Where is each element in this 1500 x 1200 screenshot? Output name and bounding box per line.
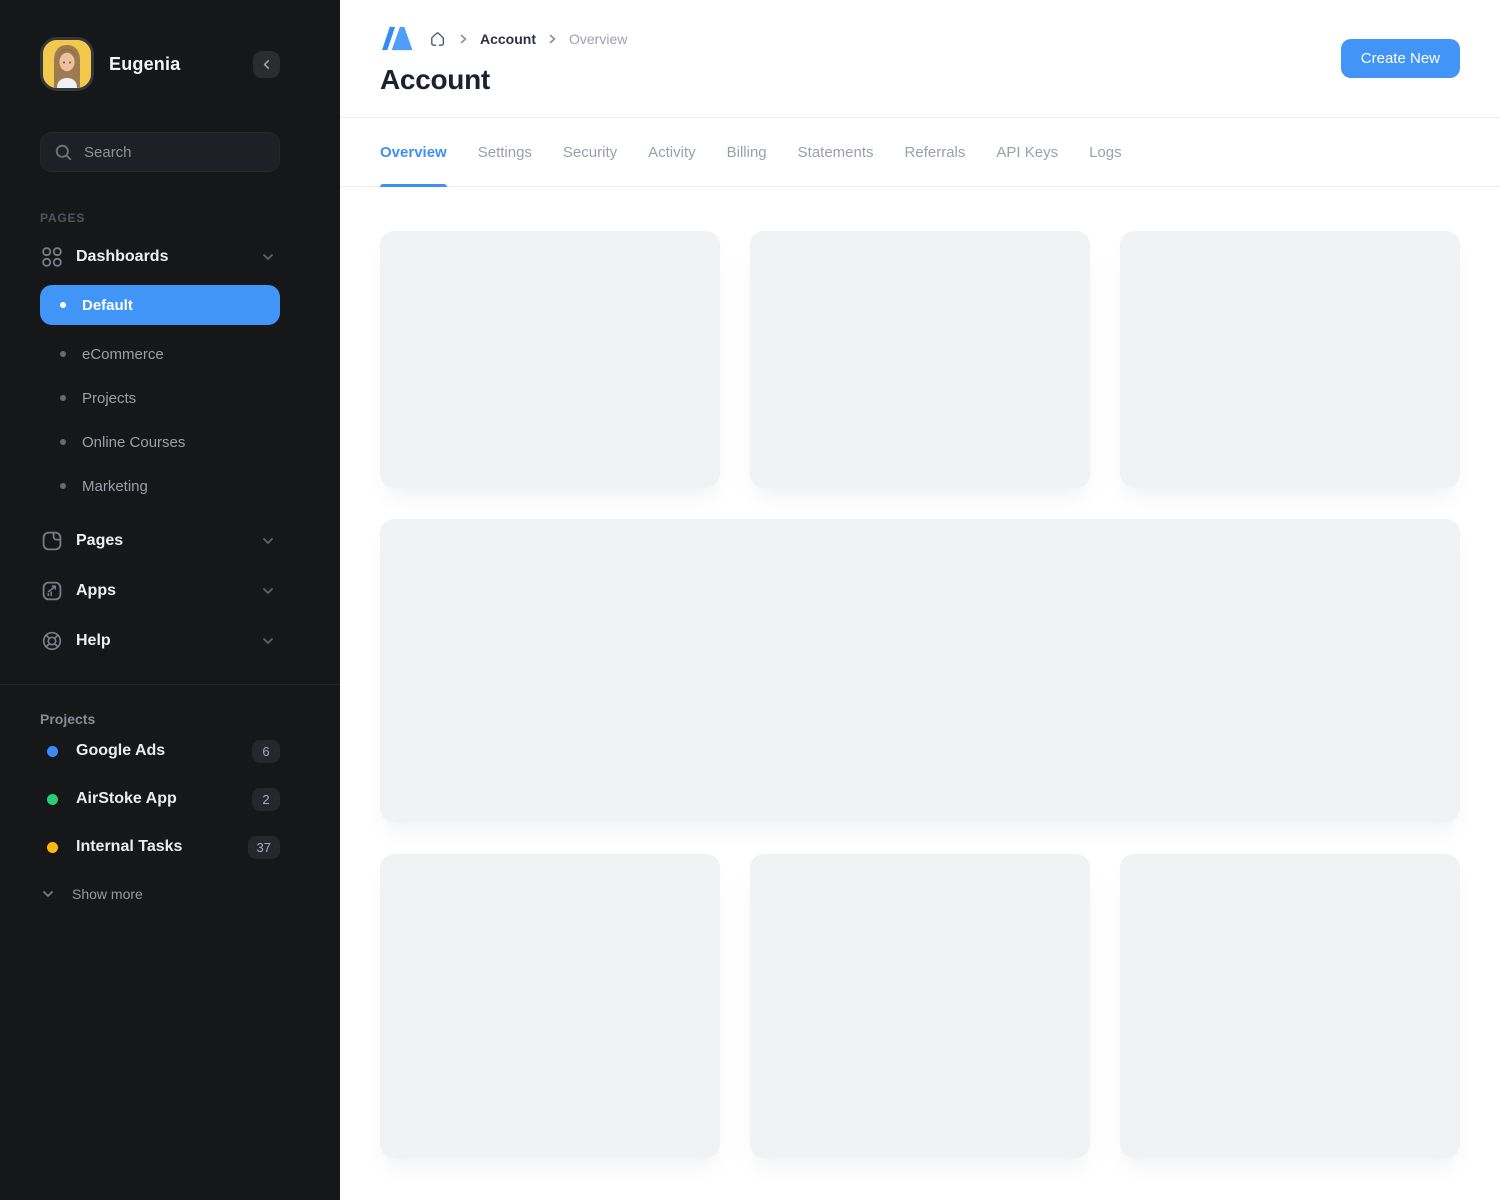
project-name: AirStoke App (76, 790, 177, 808)
bullet-icon (60, 395, 66, 401)
sidebar-divider (0, 684, 340, 685)
project-item-internal-tasks[interactable]: Internal Tasks 37 (40, 823, 280, 871)
project-item-google-ads[interactable]: Google Ads 6 (40, 727, 280, 775)
show-more-button[interactable]: Show more (40, 871, 280, 917)
sidebar-subitem-online-courses[interactable]: Online Courses (40, 420, 280, 464)
chevron-left-icon (260, 58, 273, 71)
search-icon (54, 143, 73, 162)
tab-settings[interactable]: Settings (478, 118, 532, 186)
tab-referrals[interactable]: Referrals (905, 118, 966, 186)
sidebar-item-apps[interactable]: Apps (40, 566, 280, 616)
placeholder-card (380, 231, 720, 488)
avatar-illustration (43, 40, 91, 88)
project-name: Google Ads (76, 742, 165, 760)
project-item-airstoke-app[interactable]: AirStoke App 2 (40, 775, 280, 823)
content-area (340, 187, 1500, 1158)
tab-security[interactable]: Security (563, 118, 617, 186)
brand-logo (380, 24, 415, 53)
bullet-icon (60, 483, 66, 489)
subitem-label: eCommerce (82, 346, 164, 363)
sidebar-subitem-ecommerce[interactable]: eCommerce (40, 332, 280, 376)
tab-statements[interactable]: Statements (798, 118, 874, 186)
breadcrumb-section[interactable]: Account (480, 31, 536, 47)
bullet-icon (60, 351, 66, 357)
sidebar-item-dashboards[interactable]: Dashboards (40, 236, 280, 278)
tab-logs[interactable]: Logs (1089, 118, 1122, 186)
breadcrumb: Account Overview (380, 0, 1460, 53)
app-root: Eugenia PAGES (0, 0, 1500, 1200)
user-name: Eugenia (109, 54, 180, 75)
avatar[interactable] (40, 37, 94, 91)
sidebar-item-help[interactable]: Help (40, 616, 280, 666)
chevron-right-icon (547, 33, 558, 45)
search-box[interactable] (40, 132, 280, 172)
breadcrumb-page[interactable]: Overview (569, 31, 627, 47)
sidebar-item-pages[interactable]: Pages (40, 516, 280, 566)
subitem-label: Marketing (82, 478, 148, 495)
project-name: Internal Tasks (76, 838, 182, 856)
subitem-label: Online Courses (82, 434, 185, 451)
chevron-down-icon (260, 633, 276, 649)
placeholder-card (1120, 854, 1460, 1158)
bullet-icon (60, 439, 66, 445)
tab-api-keys[interactable]: API Keys (996, 118, 1058, 186)
project-dot-icon (47, 842, 58, 853)
count-badge: 37 (248, 836, 280, 859)
chevron-down-icon (40, 886, 56, 902)
chevron-down-icon (260, 533, 276, 549)
sidebar-item-label: Help (76, 632, 111, 650)
chevron-right-icon (458, 33, 469, 45)
home-icon[interactable] (428, 29, 447, 48)
show-more-label: Show more (72, 886, 143, 902)
create-new-button[interactable]: Create New (1341, 39, 1460, 78)
sidebar-item-label: Apps (76, 582, 116, 600)
placeholder-card (380, 854, 720, 1158)
pages-section-label: PAGES (40, 211, 280, 225)
lifebuoy-icon (40, 629, 64, 653)
placeholder-card (1120, 231, 1460, 488)
count-badge: 2 (252, 788, 280, 811)
placeholder-card-wide (380, 519, 1460, 822)
page-header: Account Overview Account Create New (340, 0, 1500, 118)
projects-section-label: Projects (40, 711, 280, 727)
sidebar-subitem-marketing[interactable]: Marketing (40, 464, 280, 508)
placeholder-card (750, 854, 1090, 1158)
tab-activity[interactable]: Activity (648, 118, 696, 186)
sidebar-subitem-default[interactable]: Default (40, 285, 280, 325)
chevron-down-icon (260, 249, 276, 265)
card-row-top (380, 231, 1460, 488)
card-row-bottom (380, 854, 1460, 1158)
placeholder-card (750, 231, 1090, 488)
search-input[interactable] (84, 144, 254, 161)
bullet-icon (60, 302, 66, 308)
subitem-label: Projects (82, 390, 136, 407)
sidebar-item-label: Pages (76, 532, 123, 550)
chevron-down-icon (260, 583, 276, 599)
sidebar-item-label: Dashboards (76, 248, 168, 266)
grid-icon (40, 245, 64, 269)
sidebar-collapse-button[interactable] (253, 51, 280, 78)
tab-overview[interactable]: Overview (380, 118, 447, 186)
page-title: Account (380, 64, 1460, 96)
sidebar-subitem-projects[interactable]: Projects (40, 376, 280, 420)
page-icon (40, 529, 64, 553)
count-badge: 6 (252, 740, 280, 763)
chart-growth-icon (40, 579, 64, 603)
main-area: Account Overview Account Create New Over… (340, 0, 1500, 1200)
tab-bar: Overview Settings Security Activity Bill… (340, 118, 1500, 187)
sidebar: Eugenia PAGES (0, 0, 340, 1200)
sidebar-header: Eugenia (40, 37, 280, 91)
project-dot-icon (47, 794, 58, 805)
tab-billing[interactable]: Billing (727, 118, 767, 186)
subitem-label: Default (82, 297, 133, 314)
project-dot-icon (47, 746, 58, 757)
